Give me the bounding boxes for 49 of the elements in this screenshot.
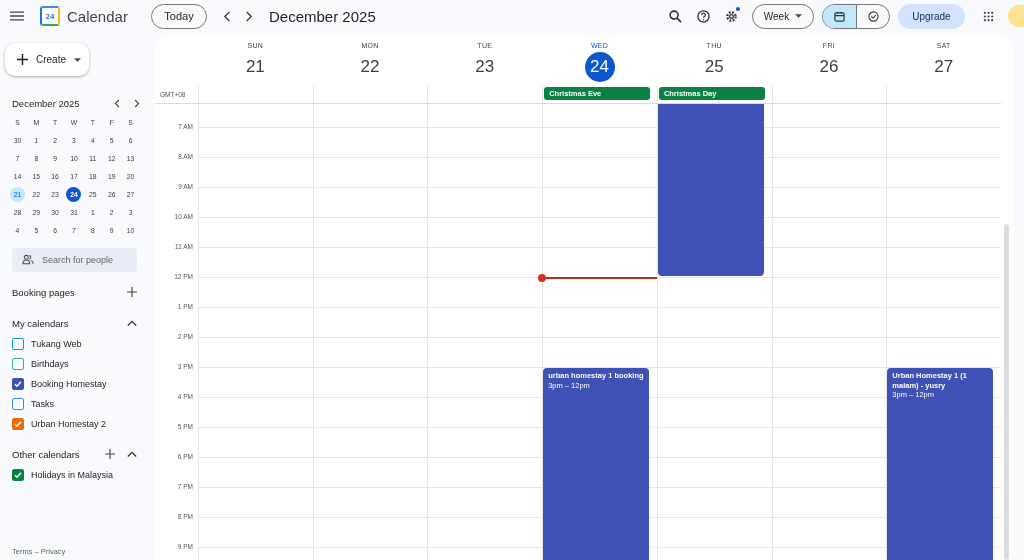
calendar-checkbox[interactable] xyxy=(12,418,24,430)
calendar-name: Holidays in Malaysia xyxy=(31,470,114,480)
calendar-view-toggle[interactable] xyxy=(823,4,856,28)
search-field[interactable]: Search for people xyxy=(12,248,137,272)
caret-icon xyxy=(795,14,803,18)
chevron-icon[interactable] xyxy=(127,318,137,328)
upgrade-button[interactable]: Upgrade xyxy=(898,3,965,29)
plus-icon[interactable] xyxy=(127,287,137,297)
date-number[interactable]: 26 xyxy=(813,52,844,82)
search-icon[interactable] xyxy=(669,9,682,23)
date-number[interactable]: 22 xyxy=(355,52,386,82)
period-title: December 2025 xyxy=(269,7,376,25)
calendar-logo: 24 xyxy=(40,6,60,26)
chevron-left-icon[interactable] xyxy=(223,10,232,22)
calendar-checkbox[interactable] xyxy=(12,469,24,481)
apps-grid-icon[interactable] xyxy=(983,10,994,22)
date-number[interactable]: 27 xyxy=(928,52,959,82)
chevron-right-icon[interactable] xyxy=(244,10,253,22)
calendar-checkbox[interactable] xyxy=(12,398,24,410)
calendar-checkbox[interactable] xyxy=(12,378,24,390)
caret-icon xyxy=(74,57,81,62)
chevron-right-icon[interactable] xyxy=(133,98,140,108)
chevron-left-icon[interactable] xyxy=(114,98,121,108)
mini-calendar-title: December 2025 xyxy=(12,97,81,109)
check-circle-icon xyxy=(867,10,879,22)
date-number[interactable]: 23 xyxy=(469,52,500,82)
calendar-name: Tukang Web xyxy=(31,339,82,349)
date-number[interactable]: 25 xyxy=(699,52,730,82)
section-title: My calendars xyxy=(12,317,70,329)
calendar-name: Booking Homestay xyxy=(31,379,107,389)
create-button[interactable]: Create xyxy=(5,43,89,76)
scrollbar-thumb[interactable] xyxy=(1004,224,1009,560)
calendar-icon xyxy=(834,10,845,22)
chevron-icon[interactable] xyxy=(127,449,137,459)
calendar-name: Tasks xyxy=(31,399,54,409)
help-icon[interactable] xyxy=(697,9,710,23)
plus-icon xyxy=(17,54,28,65)
menu-icon[interactable] xyxy=(10,11,24,21)
section-title: Booking pages xyxy=(12,286,76,298)
calendar-checkbox[interactable] xyxy=(12,338,24,350)
calendar-name: Birthdays xyxy=(31,359,69,369)
date-number[interactable]: 21 xyxy=(240,52,271,82)
app-title: Calendar xyxy=(67,7,129,25)
calendar-name: Urban Homestay 2 xyxy=(31,419,107,429)
date-number[interactable]: 24 xyxy=(584,52,615,82)
calendar-checkbox[interactable] xyxy=(12,358,24,370)
section-title: Other calendars xyxy=(12,448,81,460)
settings-icon[interactable] xyxy=(725,9,738,23)
plus-icon[interactable] xyxy=(105,449,115,459)
